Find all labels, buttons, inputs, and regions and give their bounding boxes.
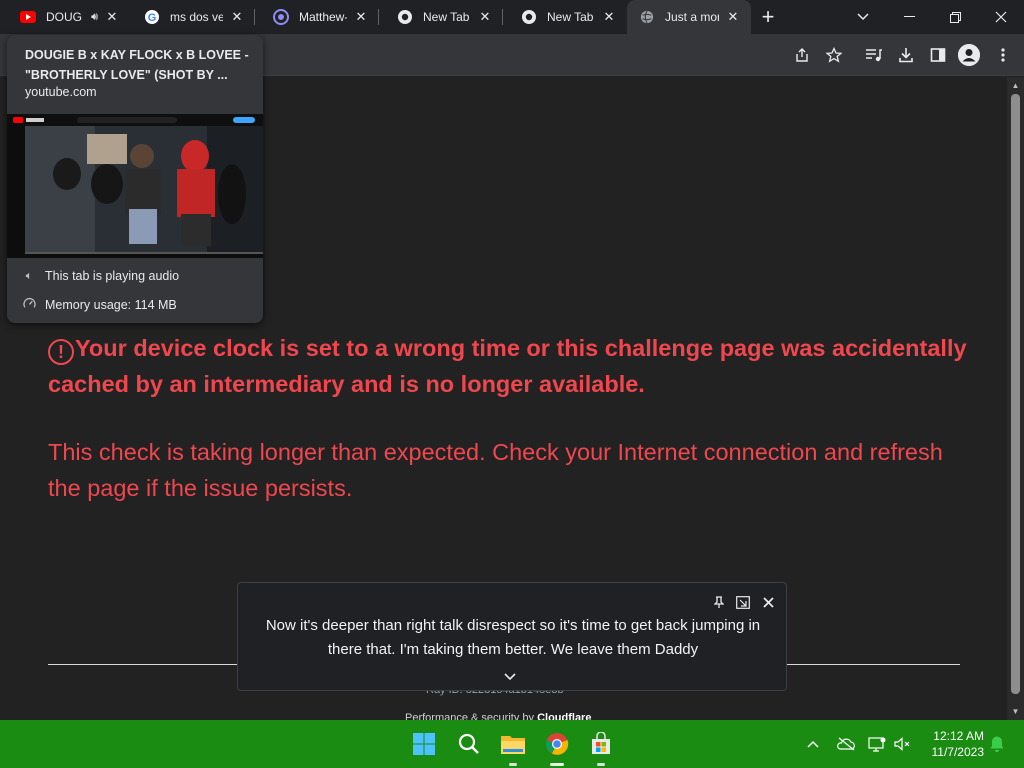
search-icon[interactable] bbox=[453, 728, 485, 760]
windows-taskbar: 12:12 AM 11/7/2023 bbox=[0, 720, 1024, 768]
volume-muted-icon[interactable] bbox=[891, 720, 913, 768]
hover-card-title: DOUGIE B x KAY FLOCK x B LOVEE - "BROTHE… bbox=[25, 48, 249, 82]
open-in-window-icon[interactable] bbox=[734, 593, 752, 611]
close-icon[interactable] bbox=[759, 593, 777, 611]
tab-close-icon[interactable]: ✕ bbox=[229, 9, 245, 25]
window-controls bbox=[886, 0, 1024, 34]
tab-matthew[interactable]: Matthew- ✕ bbox=[255, 0, 379, 34]
tab-close-icon[interactable]: ✕ bbox=[601, 9, 617, 25]
speaker-icon: 🔈︎ bbox=[25, 269, 33, 282]
gauge-icon bbox=[21, 297, 37, 313]
vertical-scrollbar[interactable]: ▲ ▼ bbox=[1007, 77, 1024, 720]
tab-search-chevron-icon[interactable] bbox=[846, 0, 880, 34]
tab-title: DOUG bbox=[46, 10, 82, 24]
chrome-icon[interactable] bbox=[541, 728, 573, 766]
chrome-icon bbox=[397, 9, 413, 25]
microsoft-store-icon[interactable] bbox=[585, 728, 617, 766]
cloudflare-link[interactable]: Cloudflare bbox=[537, 712, 591, 720]
onedrive-icon[interactable] bbox=[834, 720, 858, 768]
tab-title: New Tab bbox=[547, 10, 594, 24]
kebab-menu-icon[interactable] bbox=[991, 43, 1015, 67]
tab-google[interactable]: G ms dos ver ✕ bbox=[130, 0, 255, 34]
running-indicator bbox=[509, 763, 517, 766]
performance-prefix: Performance & security by bbox=[405, 712, 538, 720]
caption-text: Now it's deeper than right talk disrespe… bbox=[265, 617, 761, 658]
chevron-down-icon[interactable] bbox=[504, 669, 516, 684]
memory-usage-row: Memory usage: 114 MB bbox=[21, 297, 177, 313]
memory-usage-text: Memory usage: 114 MB bbox=[45, 298, 177, 312]
download-icon[interactable] bbox=[894, 43, 918, 67]
pin-icon[interactable] bbox=[710, 593, 728, 611]
svg-text:G: G bbox=[148, 12, 157, 24]
chrome-icon bbox=[521, 9, 537, 25]
scroll-up-arrow-icon[interactable]: ▲ bbox=[1007, 77, 1024, 94]
live-caption-bubble: Now it's deeper than right talk disrespe… bbox=[237, 582, 787, 691]
network-icon[interactable] bbox=[866, 720, 888, 768]
warning-icon: ! bbox=[48, 339, 74, 365]
chevron-up-icon[interactable] bbox=[802, 720, 824, 768]
error-message-clock-text: Your device clock is set to a wrong time… bbox=[48, 335, 967, 397]
hover-card-domain: youtube.com bbox=[25, 85, 97, 99]
speaker-icon[interactable]: 🔊︎ bbox=[91, 11, 98, 24]
audio-status-text: This tab is playing audio bbox=[45, 269, 180, 283]
video-thumbnail bbox=[7, 114, 263, 258]
error-message-clock: ! Your device clock is set to a wrong tim… bbox=[48, 330, 968, 402]
tab-close-icon[interactable]: ✕ bbox=[477, 9, 493, 25]
scroll-down-arrow-icon[interactable]: ▼ bbox=[1007, 703, 1024, 720]
error-message-timeout: This check is taking longer than expecte… bbox=[48, 439, 943, 501]
tab-close-icon[interactable]: ✕ bbox=[725, 9, 741, 25]
scrollbar-thumb[interactable] bbox=[1011, 94, 1020, 694]
tab-new-tab-1[interactable]: New Tab ✕ bbox=[379, 0, 503, 34]
notification-bell-icon[interactable] bbox=[986, 720, 1008, 768]
restore-icon[interactable] bbox=[932, 0, 978, 34]
tab-close-icon[interactable]: ✕ bbox=[104, 9, 120, 25]
tab-title: Just a mon bbox=[665, 10, 719, 24]
clock-time: 12:12 AM bbox=[933, 729, 984, 743]
tab-active[interactable]: Just a mon ✕ bbox=[627, 0, 751, 34]
side-panel-icon[interactable] bbox=[926, 43, 950, 67]
tab-title: ms dos ver bbox=[170, 10, 223, 24]
clock-date: 11/7/2023 bbox=[931, 745, 985, 759]
file-explorer-icon[interactable] bbox=[497, 728, 529, 766]
windows-start-icon[interactable] bbox=[408, 728, 440, 760]
extension-icon bbox=[273, 9, 289, 25]
share-icon[interactable] bbox=[790, 43, 814, 67]
new-tab-button[interactable]: + bbox=[751, 0, 785, 34]
bookmark-star-icon[interactable] bbox=[822, 43, 846, 67]
system-clock[interactable]: 12:12 AM 11/7/2023 bbox=[922, 728, 985, 760]
tab-title: New Tab bbox=[423, 10, 470, 24]
audio-status-row: 🔈︎ This tab is playing audio bbox=[21, 269, 179, 283]
youtube-icon bbox=[20, 9, 36, 25]
tab-new-tab-2[interactable]: New Tab ✕ bbox=[503, 0, 627, 34]
tab-title: Matthew- bbox=[299, 10, 347, 24]
minimize-icon[interactable] bbox=[886, 0, 932, 34]
performance-footer: Performance & security by Cloudflare bbox=[405, 712, 591, 720]
profile-avatar-icon[interactable] bbox=[958, 44, 980, 66]
media-queue-icon[interactable] bbox=[862, 43, 886, 67]
close-icon[interactable] bbox=[978, 0, 1024, 34]
tab-close-icon[interactable]: ✕ bbox=[353, 9, 369, 25]
active-indicator bbox=[550, 763, 564, 766]
tab-hover-card: DOUGIE B x KAY FLOCK x B LOVEE - "BROTHE… bbox=[7, 35, 263, 323]
running-indicator bbox=[597, 763, 605, 766]
tab-youtube[interactable]: DOUG 🔊︎ ✕ bbox=[0, 0, 130, 34]
google-icon: G bbox=[144, 9, 160, 25]
globe-icon bbox=[639, 9, 655, 25]
